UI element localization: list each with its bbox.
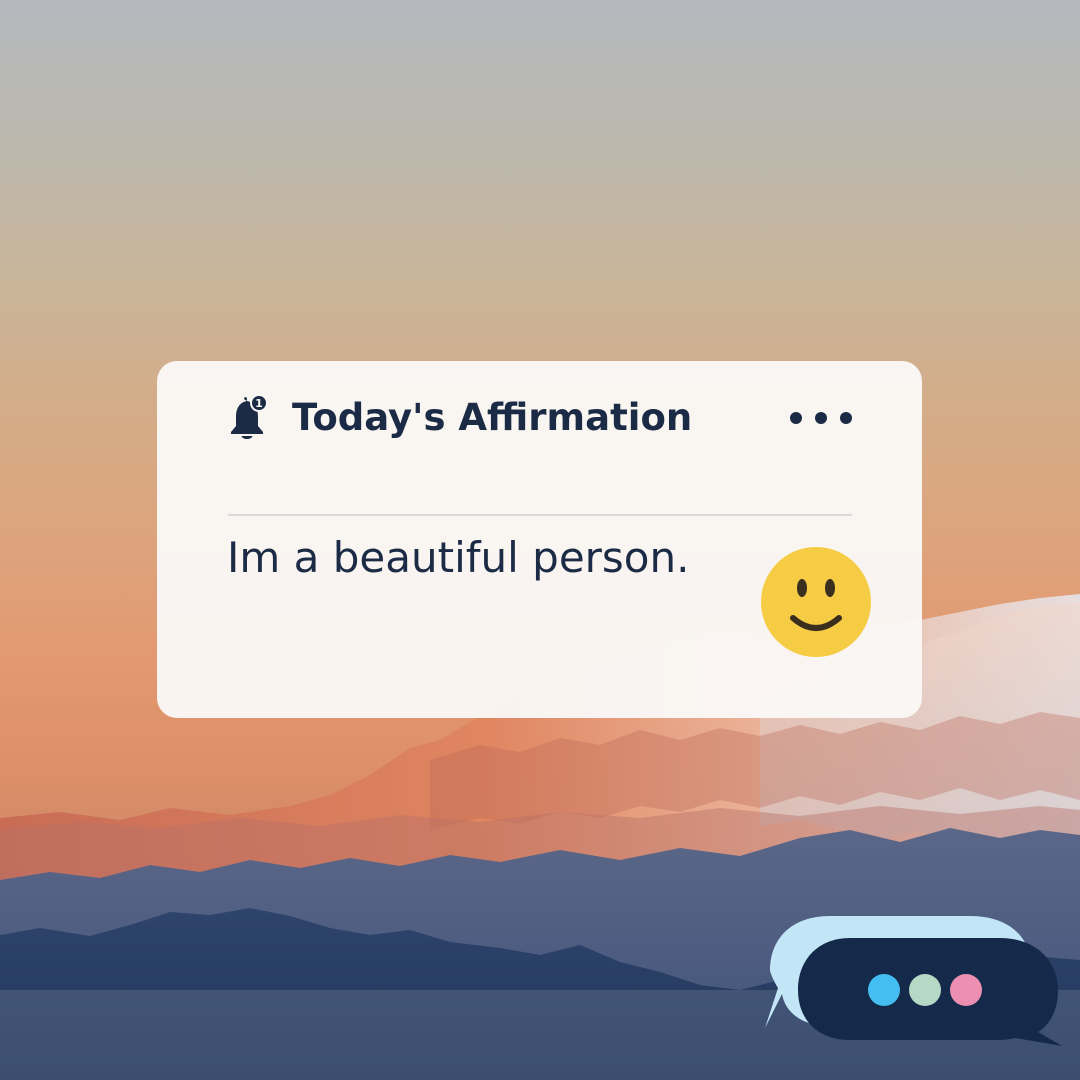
notification-count: 1 <box>255 397 263 410</box>
affirmation-scene: 1 Today's Affirmation Im a beautiful per… <box>0 0 1080 1080</box>
card-divider <box>228 514 852 516</box>
affirmation-message: Im a beautiful person. <box>227 533 690 582</box>
bell-icon[interactable]: 1 <box>226 393 270 441</box>
smiley-face-icon <box>761 547 871 657</box>
card-title: Today's Affirmation <box>292 396 693 439</box>
chat-bubble-icon <box>765 916 1062 1046</box>
more-horizontal-icon[interactable] <box>786 407 856 429</box>
